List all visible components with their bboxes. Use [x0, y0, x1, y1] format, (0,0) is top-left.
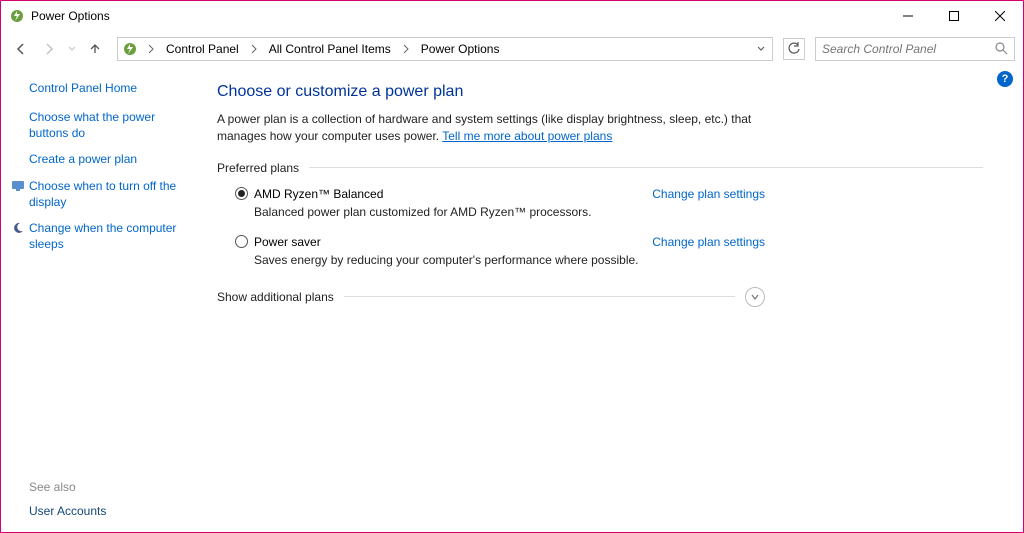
search-box[interactable] [815, 37, 1015, 61]
breadcrumb-item[interactable]: Power Options [415, 38, 506, 60]
up-button[interactable] [83, 37, 107, 61]
sidebar-link-change-sleep[interactable]: Change when the computer sleeps [29, 220, 191, 252]
change-plan-settings-link[interactable]: Change plan settings [652, 187, 765, 201]
breadcrumb[interactable]: Control Panel All Control Panel Items Po… [117, 37, 773, 61]
maximize-button[interactable] [931, 1, 977, 31]
plan-description: Saves energy by reducing your computer's… [254, 253, 765, 267]
radio-icon [235, 235, 248, 248]
divider [344, 296, 735, 297]
learn-more-link[interactable]: Tell me more about power plans [442, 129, 612, 143]
recent-dropdown[interactable] [65, 37, 79, 61]
search-input[interactable] [822, 42, 994, 56]
preferred-plans-header: Preferred plans [217, 161, 983, 175]
sidebar-link-label: Change when the computer sleeps [29, 221, 176, 251]
breadcrumb-dropdown[interactable] [752, 38, 770, 60]
page-description: A power plan is a collection of hardware… [217, 111, 777, 145]
plan-item: Power saver Change plan settings Saves e… [235, 235, 765, 267]
breadcrumb-item[interactable]: Control Panel [160, 38, 245, 60]
main-content: Choose or customize a power plan A power… [201, 67, 1023, 532]
change-plan-settings-link[interactable]: Change plan settings [652, 235, 765, 249]
plan-radio-power-saver[interactable]: Power saver [235, 235, 321, 249]
monitor-icon [11, 179, 25, 193]
forward-button[interactable] [37, 37, 61, 61]
page-title: Choose or customize a power plan [217, 83, 983, 101]
sidebar-link-label: Choose what the power buttons do [29, 110, 155, 140]
sidebar-link-label: Choose when to turn off the display [29, 179, 176, 209]
plan-description: Balanced power plan customized for AMD R… [254, 205, 765, 219]
refresh-button[interactable] [783, 38, 805, 60]
plan-name: Power saver [254, 235, 321, 249]
help-icon[interactable]: ? [997, 71, 1013, 87]
divider [309, 167, 983, 168]
minimize-button[interactable] [885, 1, 931, 31]
window-title: Power Options [31, 9, 110, 23]
sidebar-link-label: Create a power plan [29, 152, 137, 166]
chevron-down-icon[interactable] [745, 287, 765, 307]
see-also-heading: See also [29, 480, 106, 494]
chevron-right-icon[interactable] [247, 44, 261, 54]
breadcrumb-item[interactable]: All Control Panel Items [263, 38, 397, 60]
show-additional-plans[interactable]: Show additional plans [217, 287, 765, 307]
control-panel-home-link[interactable]: Control Panel Home [29, 81, 191, 95]
preferred-plans-label: Preferred plans [217, 161, 299, 175]
plan-name: AMD Ryzen™ Balanced [254, 187, 383, 201]
radio-icon [235, 187, 248, 200]
plan-radio-balanced[interactable]: AMD Ryzen™ Balanced [235, 187, 383, 201]
plan-item: AMD Ryzen™ Balanced Change plan settings… [235, 187, 765, 219]
see-also-user-accounts[interactable]: User Accounts [29, 504, 106, 518]
sidebar-link-power-buttons[interactable]: Choose what the power buttons do [29, 109, 191, 141]
show-additional-label: Show additional plans [217, 290, 334, 304]
close-button[interactable] [977, 1, 1023, 31]
moon-icon [11, 221, 25, 235]
power-options-icon [122, 41, 138, 57]
power-options-icon [9, 8, 25, 24]
sidebar-link-turn-off-display[interactable]: Choose when to turn off the display [29, 178, 191, 210]
search-icon[interactable] [994, 41, 1008, 58]
back-button[interactable] [9, 37, 33, 61]
chevron-right-icon[interactable] [144, 44, 158, 54]
titlebar: Power Options [1, 1, 1023, 31]
toolbar: Control Panel All Control Panel Items Po… [1, 31, 1023, 67]
chevron-right-icon[interactable] [399, 44, 413, 54]
sidebar-link-create-plan[interactable]: Create a power plan [29, 151, 191, 167]
sidebar: Control Panel Home Choose what the power… [1, 67, 201, 532]
